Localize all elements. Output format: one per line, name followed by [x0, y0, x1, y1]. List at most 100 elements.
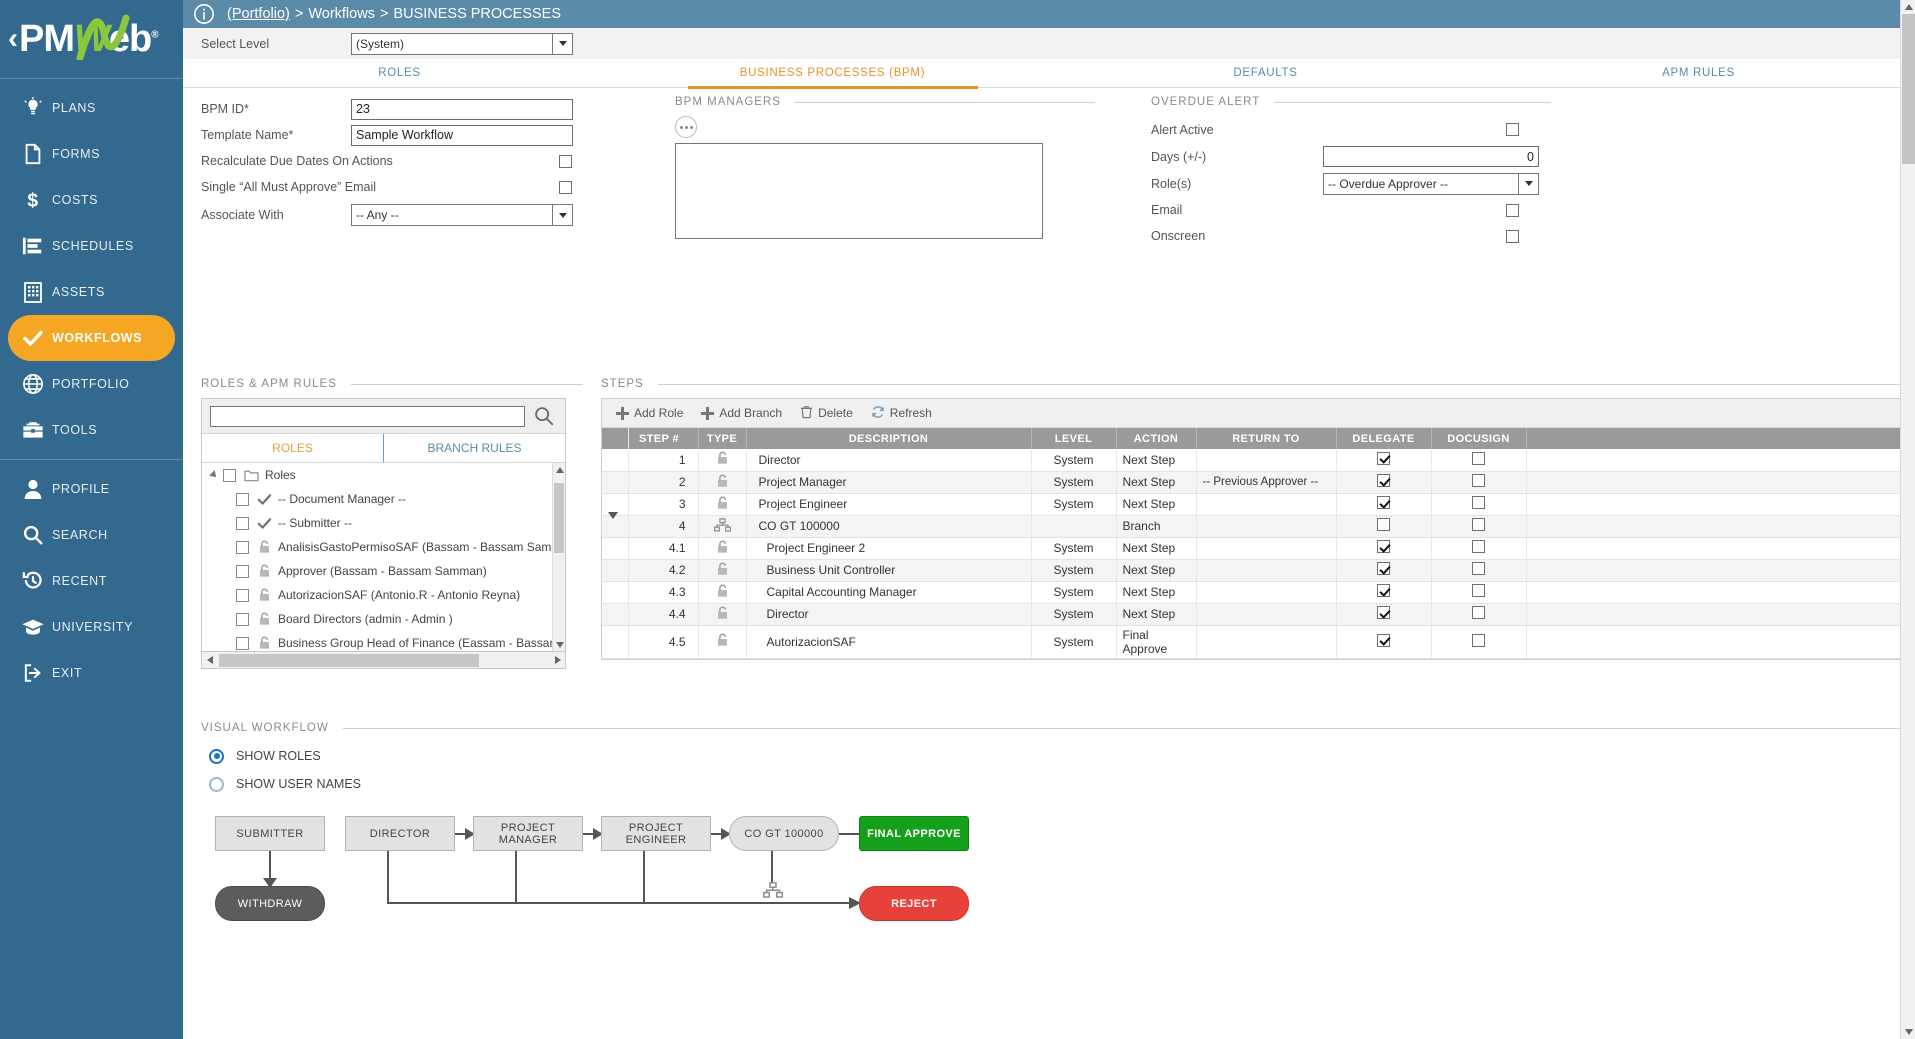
add-role-button[interactable]: Add Role — [616, 406, 683, 420]
scroll-up-icon[interactable] — [553, 463, 565, 476]
row-gutter[interactable] — [602, 603, 629, 626]
single-email-checkbox[interactable] — [559, 180, 572, 194]
delete-button[interactable]: Delete — [800, 405, 853, 422]
delegate-checkbox[interactable] — [1377, 540, 1390, 553]
delegate-checkbox[interactable] — [1377, 518, 1390, 531]
node-withdraw[interactable]: WITHDRAW — [215, 886, 325, 921]
tree-checkbox[interactable] — [236, 492, 249, 506]
alert-active-checkbox[interactable] — [1506, 123, 1519, 136]
tree-item-autorizacionsaf[interactable]: AutorizacionSAF (Antonio.R - Antonio Rey… — [202, 583, 565, 607]
scroll-right-icon[interactable] — [550, 653, 565, 668]
scroll-track[interactable] — [217, 653, 550, 667]
tree-horizontal-scrollbar[interactable] — [201, 652, 566, 669]
expander-icon[interactable] — [608, 512, 618, 533]
recalculate-checkbox[interactable] — [559, 154, 572, 168]
node-co-gt-100000[interactable]: CO GT 100000 — [729, 816, 839, 851]
scroll-thumb[interactable] — [554, 483, 564, 553]
sidebar-item-tools[interactable]: TOOLS — [0, 407, 183, 453]
table-row[interactable]: 4.4 Director System Next Step — [602, 603, 1915, 626]
docusign-checkbox[interactable] — [1472, 540, 1485, 553]
chevron-down-icon[interactable] — [552, 205, 572, 225]
sidebar-item-forms[interactable]: FORMS — [0, 131, 183, 177]
table-row[interactable]: 4.3 Capital Accounting Manager System Next … — [602, 581, 1915, 604]
bpm-id-input[interactable] — [351, 98, 573, 120]
row-gutter[interactable] — [602, 559, 629, 582]
row-gutter[interactable] — [602, 512, 629, 538]
tree-checkbox[interactable] — [236, 516, 249, 530]
scroll-up-icon[interactable] — [1901, 0, 1915, 14]
delegate-checkbox[interactable] — [1377, 496, 1390, 509]
show-roles-option[interactable]: SHOW ROLES — [201, 742, 1915, 770]
show-user-names-radio[interactable] — [209, 776, 224, 792]
breadcrumb-workflows[interactable]: Workflows — [308, 6, 375, 22]
delegate-checkbox[interactable] — [1377, 633, 1390, 647]
search-icon[interactable] — [531, 405, 557, 427]
sidebar-item-exit[interactable]: EXIT — [0, 650, 183, 696]
tree-vertical-scrollbar[interactable] — [552, 463, 565, 651]
refresh-button[interactable]: Refresh — [871, 405, 932, 422]
scroll-left-icon[interactable] — [202, 653, 217, 668]
days-input[interactable] — [1323, 146, 1539, 167]
sidebar-item-workflows[interactable]: WORKFLOWS — [8, 315, 175, 361]
sidebar-item-plans[interactable]: PLANS — [0, 85, 183, 131]
show-user-names-option[interactable]: SHOW USER NAMES — [201, 770, 1915, 798]
template-name-input[interactable] — [351, 124, 573, 146]
row-gutter[interactable] — [602, 449, 629, 472]
row-gutter[interactable] — [602, 581, 629, 604]
table-row[interactable]: 4.2 Business Unit Controller System Next St… — [602, 559, 1915, 582]
sidebar-item-schedules[interactable]: SCHEDULES — [0, 223, 183, 269]
node-project-engineer[interactable]: PROJECT ENGINEER — [601, 816, 711, 851]
tree-item-business-group-head[interactable]: Business Group Head of Finance (Eassam -… — [202, 631, 565, 651]
docusign-checkbox[interactable] — [1472, 562, 1485, 575]
show-roles-radio[interactable] — [209, 748, 224, 764]
tab-defaults[interactable]: DEFAULTS — [1049, 59, 1482, 88]
scroll-thumb[interactable] — [1902, 14, 1915, 164]
scroll-down-icon[interactable] — [553, 638, 565, 651]
row-gutter[interactable] — [602, 625, 629, 659]
sidebar-item-assets[interactable]: ASSETS — [0, 269, 183, 315]
tree-item-document-manager[interactable]: -- Document Manager -- — [202, 487, 565, 511]
add-branch-button[interactable]: Add Branch — [701, 406, 782, 420]
row-gutter[interactable] — [602, 471, 629, 494]
node-reject[interactable]: REJECT — [859, 886, 969, 921]
chevron-down-icon[interactable] — [1518, 173, 1538, 194]
table-row[interactable]: 4.5 AutorizacionSAF System Final Approve — [602, 625, 1915, 659]
roles-search-input[interactable] — [210, 405, 525, 427]
table-row[interactable]: 3 Project Engineer System Next Step — [602, 493, 1915, 516]
sidebar-item-costs[interactable]: $ COSTS — [0, 177, 183, 223]
delegate-checkbox[interactable] — [1377, 584, 1390, 597]
sidebar-item-portfolio[interactable]: PORTFOLIO — [0, 361, 183, 407]
tree-tab-branch-rules[interactable]: BRANCH RULES — [383, 434, 565, 462]
tree-tab-roles[interactable]: ROLES — [202, 434, 383, 462]
sidebar-item-university[interactable]: UNIVERSITY — [0, 604, 183, 650]
breadcrumb-portfolio[interactable]: (Portfolio) — [227, 6, 290, 22]
bpm-managers-more-button[interactable] — [675, 116, 697, 138]
email-checkbox[interactable] — [1506, 203, 1519, 217]
tree-checkbox[interactable] — [236, 564, 249, 578]
bpm-managers-list[interactable] — [675, 143, 1043, 239]
sidebar-item-search[interactable]: SEARCH — [0, 512, 183, 558]
tree-checkbox[interactable] — [236, 588, 249, 602]
chevron-down-icon[interactable] — [552, 33, 572, 54]
node-director[interactable]: DIRECTOR — [345, 816, 455, 851]
docusign-checkbox[interactable] — [1472, 451, 1485, 465]
node-final-approve[interactable]: FINAL APPROVE — [859, 816, 969, 851]
table-row[interactable]: 1 Director System Next Step — [602, 449, 1915, 472]
scroll-thumb[interactable] — [219, 653, 479, 667]
tab-roles[interactable]: ROLES — [183, 59, 616, 88]
associate-with-dropdown[interactable]: -- Any -- — [351, 204, 573, 226]
docusign-checkbox[interactable] — [1472, 474, 1485, 487]
table-row[interactable]: 4 CO GT 100000 Branch — [602, 512, 1915, 538]
table-row[interactable]: 2 Project Manager System Next Step -- Previo… — [602, 471, 1915, 494]
tree-item-roles-root[interactable]: Roles — [202, 463, 565, 487]
select-level-dropdown[interactable]: (System) — [351, 32, 573, 55]
page-scrollbar[interactable] — [1900, 0, 1915, 1039]
tab-business-processes[interactable]: BUSINESS PROCESSES (BPM) — [616, 59, 1049, 88]
sidebar-item-recent[interactable]: RECENT — [0, 558, 183, 604]
tree-checkbox[interactable] — [236, 636, 249, 650]
sidebar-item-profile[interactable]: PROFILE — [0, 466, 183, 512]
docusign-checkbox[interactable] — [1472, 518, 1485, 531]
expander-icon[interactable] — [208, 470, 220, 480]
docusign-checkbox[interactable] — [1472, 496, 1485, 509]
delegate-checkbox[interactable] — [1377, 562, 1390, 575]
